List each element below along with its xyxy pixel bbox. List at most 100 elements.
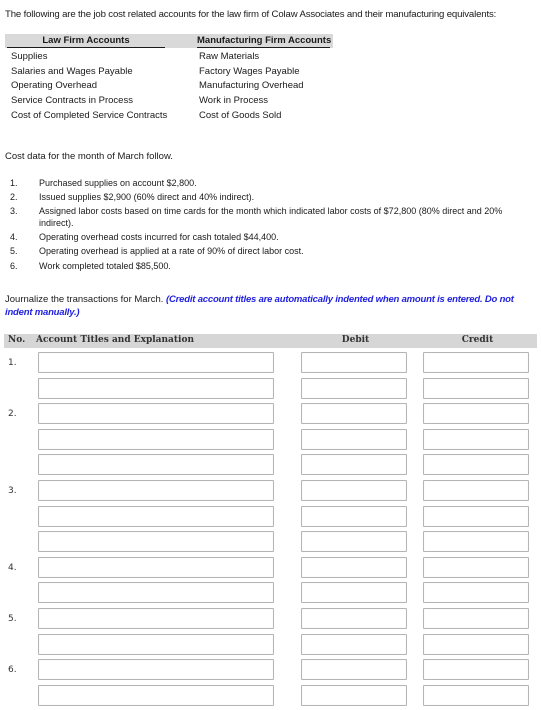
credit-input[interactable] [423,556,529,578]
journal-row-number: 4. [8,562,17,573]
debit-input[interactable] [301,403,407,425]
credit-input[interactable] [423,505,529,527]
journal-row-number: 6. [8,665,17,676]
cost-item-text: Operating overhead costs incurred for ca… [39,232,279,243]
debit-input[interactable] [301,659,407,681]
account-title-input[interactable] [38,582,274,604]
debit-input[interactable] [301,684,407,706]
cost-data-intro: Cost data for the month of March follow. [5,151,173,162]
manufacturing-account: Factory Wages Payable [199,65,300,77]
account-title-input[interactable] [38,454,274,476]
column-header-account: Account Titles and Explanation [36,335,195,345]
journal-row: 4. [0,556,541,583]
journal-row: 3. [0,479,541,506]
manufacturing-account: Manufacturing Overhead [199,80,304,92]
journal-row-number: 5. [8,613,17,624]
credit-input[interactable] [423,352,529,373]
credit-input[interactable] [423,377,529,399]
cost-item-text: Issued supplies $2,900 (60% direct and 4… [39,192,255,203]
credit-input[interactable] [423,607,529,629]
journal-row [0,582,541,608]
cost-item-text: Operating overhead is applied at a rate … [39,246,304,257]
credit-input[interactable] [423,428,529,450]
journal-row-number: 1. [8,358,17,368]
journal-row: 6. [0,659,541,685]
account-title-input[interactable] [38,633,274,655]
cost-item-number: 3. [10,206,18,217]
cost-item-text: Work completed totaled $85,500. [39,260,171,271]
cost-item-number: 2. [10,192,18,203]
manufacturing-account: Work in Process [199,95,268,107]
account-title-input[interactable] [38,659,274,681]
journal-row [0,531,541,557]
journal-row [0,684,541,710]
journal-row [0,377,541,404]
journal-instructions: Journalize the transactions for March. (… [5,294,539,319]
credit-input[interactable] [423,633,529,655]
credit-input[interactable] [423,479,529,501]
debit-input[interactable] [301,531,407,553]
journal-instruction-text: Journalize the transactions for March. [5,294,164,305]
journal-table-header: No. Account Titles and Explanation Debit… [4,334,537,348]
journal-row: 2. [0,403,541,429]
debit-input[interactable] [301,633,407,655]
manufacturing-account: Cost of Goods Sold [199,109,282,121]
cost-item-text: Assigned labor costs based on time cards… [39,206,503,228]
debit-input[interactable] [301,582,407,604]
law-firm-accounts-header: Law Firm Accounts [7,35,165,48]
journal-row: 1. [0,352,541,378]
journal-row [0,633,541,660]
journal-row [0,454,541,480]
cost-item-number: 6. [10,260,18,271]
account-title-input[interactable] [38,479,274,501]
credit-input[interactable] [423,531,529,553]
cost-item: 3. Assigned labor costs based on time ca… [10,206,538,229]
column-header-no: No. [8,335,26,345]
credit-input[interactable] [423,684,529,706]
account-title-input[interactable] [38,377,274,399]
cost-item: 1. Purchased supplies on account $2,800. [10,178,538,190]
law-account: Service Contracts in Process [11,95,133,107]
credit-input[interactable] [423,454,529,476]
cost-data-list: 1. Purchased supplies on account $2,800.… [10,178,538,275]
cost-item-number: 4. [10,232,18,243]
debit-input[interactable] [301,607,407,629]
law-account: Salaries and Wages Payable [11,65,133,77]
credit-input[interactable] [423,582,529,604]
journal-row [0,505,541,532]
debit-input[interactable] [301,428,407,450]
account-title-input[interactable] [38,403,274,425]
account-title-input[interactable] [38,684,274,706]
debit-input[interactable] [301,377,407,399]
cost-item: 5. Operating overhead is applied at a ra… [10,246,538,258]
intro-text: The following are the job cost related a… [5,9,497,20]
debit-input[interactable] [301,556,407,578]
journal-row: 5. [0,607,541,634]
debit-input[interactable] [301,454,407,476]
cost-item: 4. Operating overhead costs incurred for… [10,232,538,244]
law-firm-accounts-list: Supplies Salaries and Wages Payable Oper… [11,50,167,124]
account-title-input[interactable] [38,607,274,629]
credit-input[interactable] [423,659,529,681]
account-title-input[interactable] [38,505,274,527]
cost-item-text: Purchased supplies on account $2,800. [39,178,197,188]
debit-input[interactable] [301,352,407,373]
manufacturing-account: Raw Materials [199,51,260,62]
cost-item: 6. Work completed totaled $85,500. [10,261,538,273]
account-title-input[interactable] [38,556,274,578]
journal-row [0,428,541,455]
account-title-input[interactable] [38,531,274,553]
column-header-credit: Credit [461,335,494,345]
debit-input[interactable] [301,479,407,501]
manufacturing-firm-accounts-header: Manufacturing Firm Accounts [197,35,332,48]
account-title-input[interactable] [38,352,274,373]
column-header-debit: Debit [341,335,370,345]
journal-row-number: 3. [8,485,17,496]
account-title-input[interactable] [38,428,274,450]
debit-input[interactable] [301,505,407,527]
journal-row-number: 2. [8,409,17,420]
law-account: Supplies [11,51,48,62]
cost-item: 2. Issued supplies $2,900 (60% direct an… [10,192,538,204]
law-account: Operating Overhead [11,80,98,92]
credit-input[interactable] [423,403,529,425]
